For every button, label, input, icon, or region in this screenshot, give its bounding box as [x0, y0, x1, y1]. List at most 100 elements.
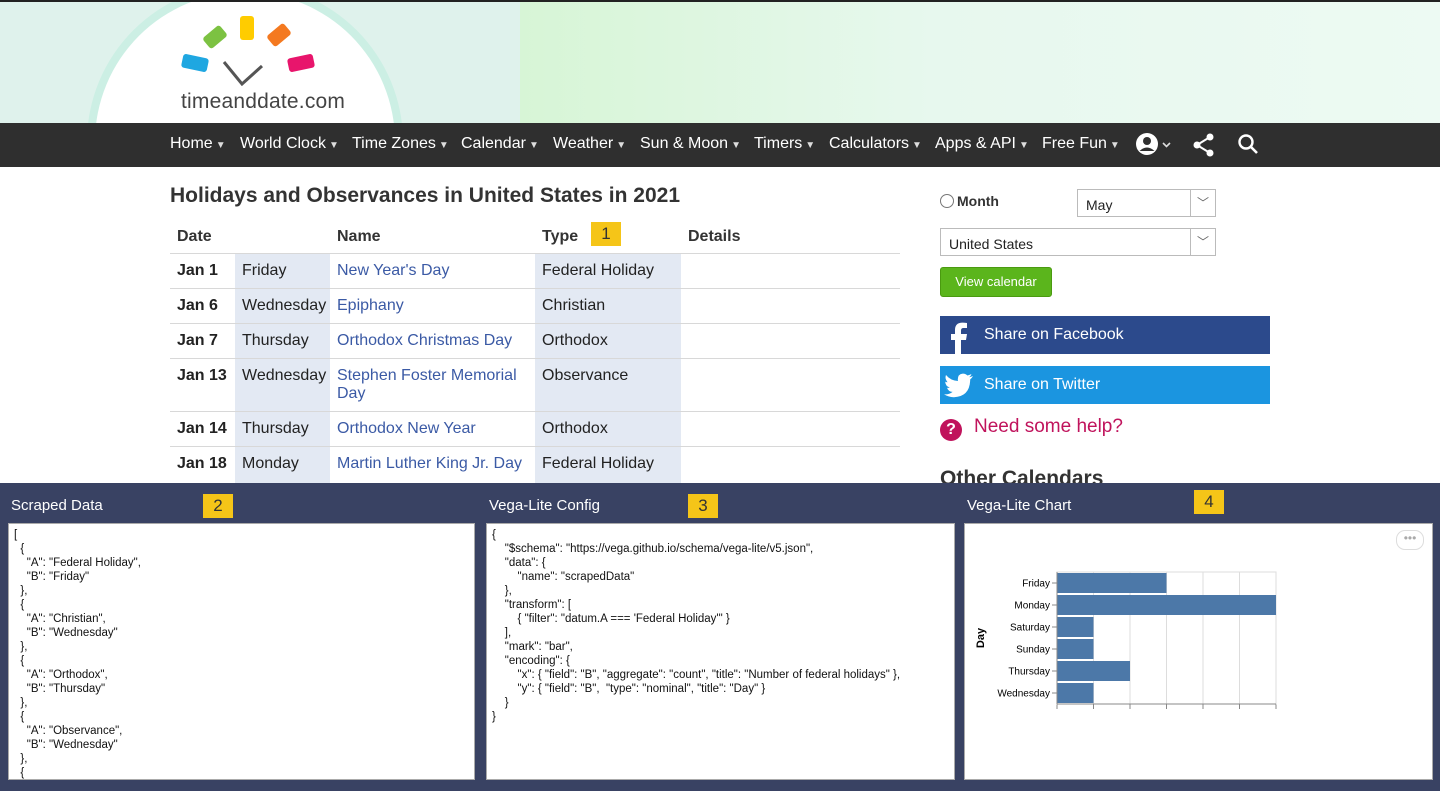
- table-row: Jan 1 Friday New Year's Day Federal Holi…: [170, 253, 900, 289]
- vega-chart-panel: ••• 0 1 2 3 4 5 6 Friday Monday Saturday Sunday Thu…: [964, 523, 1433, 780]
- view-calendar-button[interactable]: View calendar: [940, 267, 1052, 297]
- holiday-link[interactable]: Orthodox New Year: [337, 420, 527, 438]
- chevron-down-icon: ▼: [616, 140, 627, 151]
- holiday-link[interactable]: Orthodox Christmas Day: [337, 332, 527, 350]
- country-select[interactable]: United States ﹀: [940, 228, 1216, 256]
- chevron-down-icon: ▼: [528, 140, 539, 151]
- row-type: Federal Holiday: [542, 455, 655, 472]
- question-icon: ?: [940, 419, 962, 441]
- row-date: Jan 6: [177, 297, 218, 314]
- bar: [1057, 683, 1094, 703]
- column-header-details: Details: [688, 228, 741, 245]
- bar: [1057, 661, 1130, 681]
- nav-label: World Clock: [240, 135, 326, 152]
- site-logo[interactable]: timeanddate.com: [181, 90, 345, 114]
- table-row: Jan 13 Wednesday Stephen Foster Memorial…: [170, 358, 900, 412]
- y-tick-label: Friday: [1022, 579, 1050, 590]
- vega-config-title: Vega-Lite Config: [489, 497, 600, 514]
- chevron-down-icon: ▼: [912, 140, 922, 151]
- help-label: Need some help?: [974, 416, 1123, 437]
- x-tick-label: 2: [1127, 713, 1133, 714]
- more-actions-button[interactable]: •••: [1396, 530, 1424, 550]
- row-weekday: Monday: [242, 455, 299, 472]
- share-facebook-label: Share on Facebook: [984, 326, 1124, 343]
- nav-time-zones[interactable]: Time Zones ▼: [352, 135, 449, 153]
- holiday-link[interactable]: Stephen Foster Memorial Day: [337, 367, 527, 403]
- chevron-down-icon: ▼: [215, 140, 226, 151]
- chevron-down-icon: ﹀: [1190, 190, 1215, 216]
- share-icon[interactable]: [1193, 133, 1215, 157]
- holiday-link[interactable]: Epiphany: [337, 297, 527, 315]
- table-row: Jan 18 Monday Martin Luther King Jr. Day…: [170, 446, 900, 484]
- bar: [1057, 573, 1167, 593]
- row-type: Christian: [542, 297, 606, 314]
- y-tick-label: Sunday: [1016, 645, 1050, 656]
- account-icon[interactable]: [1136, 133, 1174, 157]
- share-twitter-button[interactable]: Share on Twitter: [940, 366, 1270, 404]
- x-tick-label: 1: [1091, 713, 1097, 714]
- vega-config-json: { "$schema": "https://vega.github.io/sch…: [492, 529, 901, 723]
- chevron-down-icon: ▼: [731, 140, 741, 151]
- row-type: Orthodox: [542, 332, 608, 349]
- annotation-badge-1: 1: [591, 222, 621, 246]
- x-tick-label: 4: [1200, 713, 1206, 714]
- bar-chart: 0 1 2 3 4 5 6 Friday Monday Saturday Sunday Thursda…: [975, 571, 1279, 714]
- nav-label: Free Fun: [1042, 135, 1107, 152]
- nav-free-fun[interactable]: Free Fun ▼: [1042, 135, 1120, 153]
- bar: [1057, 617, 1094, 637]
- scraped-data-title: Scraped Data: [11, 497, 103, 514]
- x-tick-label: 6: [1273, 713, 1279, 714]
- nav-timers[interactable]: Timers ▼: [754, 135, 815, 153]
- column-header-date[interactable]: Date: [177, 228, 212, 246]
- y-tick-label: Wednesday: [997, 689, 1050, 700]
- bottom-panels: Scraped Data 2 [ { "A": "Federal Holiday…: [0, 483, 1440, 791]
- help-link[interactable]: ? Need some help?: [940, 416, 1123, 441]
- nav-label: Sun & Moon: [640, 135, 729, 152]
- table-row: Jan 6 Wednesday Epiphany Christian: [170, 288, 900, 324]
- search-icon[interactable]: [1237, 133, 1259, 155]
- scraped-data-panel[interactable]: [ { "A": "Federal Holiday", "B": "Friday…: [8, 523, 475, 780]
- logo-icon[interactable]: [180, 16, 320, 86]
- site-header: timeanddate.com: [0, 2, 1440, 123]
- row-date: Jan 14: [177, 420, 227, 437]
- nav-calendar[interactable]: Calendar ▼: [461, 135, 539, 153]
- bar: [1057, 639, 1094, 659]
- main-navigation: Home ▼ World Clock ▼ Time Zones ▼ Calendar ▼…: [0, 123, 1440, 167]
- twitter-icon: [940, 366, 978, 404]
- x-tick-label: 3: [1164, 713, 1170, 714]
- row-date: Jan 18: [177, 455, 227, 472]
- nav-home[interactable]: Home ▼: [170, 135, 226, 153]
- row-date: Jan 13: [177, 367, 227, 384]
- bar: [1057, 595, 1276, 615]
- month-radio[interactable]: [940, 194, 954, 208]
- vega-config-panel[interactable]: { "$schema": "https://vega.github.io/sch…: [486, 523, 955, 780]
- share-facebook-button[interactable]: Share on Facebook: [940, 316, 1270, 354]
- annotation-badge-3: 3: [688, 494, 718, 518]
- table-row: Jan 7 Thursday Orthodox Christmas Day Or…: [170, 323, 900, 359]
- scraped-data-json: [ { "A": "Federal Holiday", "B": "Friday…: [14, 529, 141, 779]
- nav-sun-moon[interactable]: Sun & Moon ▼: [640, 135, 741, 153]
- nav-apps-api[interactable]: Apps & API ▼: [935, 135, 1029, 153]
- page-title: Holidays and Observances in United State…: [170, 184, 681, 207]
- row-date: Jan 1: [177, 262, 218, 279]
- header-background: [520, 2, 1440, 123]
- vega-chart-title: Vega-Lite Chart: [967, 497, 1072, 514]
- row-type: Federal Holiday: [542, 262, 655, 279]
- column-header-name[interactable]: Name: [337, 228, 381, 246]
- annotation-badge-2: 2: [203, 494, 233, 518]
- holiday-link[interactable]: New Year's Day: [337, 262, 527, 280]
- month-select[interactable]: May ﹀: [1077, 189, 1216, 217]
- nav-label: Weather: [553, 135, 614, 152]
- nav-calculators[interactable]: Calculators ▼: [829, 135, 922, 153]
- nav-label: Home: [170, 135, 213, 152]
- nav-weather[interactable]: Weather ▼: [553, 135, 626, 153]
- annotation-badge-4: 4: [1194, 490, 1224, 514]
- table-row: Jan 14 Thursday Orthodox New Year Orthod…: [170, 411, 900, 447]
- share-twitter-label: Share on Twitter: [984, 376, 1101, 393]
- country-select-value: United States: [949, 236, 1034, 252]
- column-header-type[interactable]: Type: [542, 228, 578, 246]
- nav-world-clock[interactable]: World Clock ▼: [240, 135, 339, 153]
- row-weekday: Wednesday: [242, 297, 327, 314]
- nav-label: Calendar: [461, 135, 526, 152]
- holiday-link[interactable]: Martin Luther King Jr. Day: [337, 455, 527, 473]
